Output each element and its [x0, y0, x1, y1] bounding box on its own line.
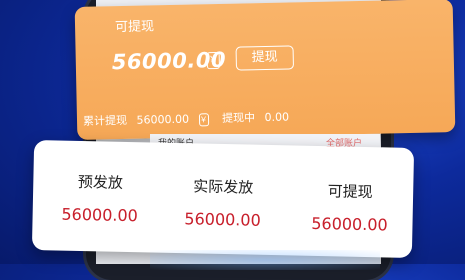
yuan-icon: ￥ [198, 112, 209, 126]
withdraw-button[interactable]: 提现 [235, 45, 295, 71]
stat-label: 预发放 [77, 172, 124, 192]
stats-card: 预发放 56000.00 实际发放 56000.00 可提现 56000.00 [31, 140, 415, 258]
withdrawable-card: 可提现 56000.00 ￥ 提现 累计提现 56000.00 ￥ 提现中 0.… [74, 0, 456, 140]
withdrawable-title: 可提现 [114, 19, 155, 36]
stat-actual-paid: 实际发放 56000.00 [167, 175, 278, 230]
stat-label: 实际发放 [193, 177, 254, 197]
stat-withdrawable: 可提现 56000.00 [294, 180, 405, 235]
withdrawable-footer: 累计提现 56000.00 ￥ 提现中 0.00 [83, 108, 295, 128]
pending-withdraw-value: 0.00 [264, 110, 290, 125]
stat-prepaid: 预发放 56000.00 [44, 170, 155, 225]
stat-value: 56000.00 [311, 213, 388, 235]
stat-value: 56000.00 [184, 209, 261, 230]
stat-label: 可提现 [327, 182, 373, 202]
stat-value: 56000.00 [61, 204, 139, 226]
cumulative-withdraw-value: 56000.00 [136, 112, 190, 127]
pending-withdraw-label: 提现中 [221, 111, 256, 125]
bottom-glow [150, 250, 380, 270]
yuan-icon: ￥ [206, 51, 220, 70]
cumulative-withdraw-label: 累计提现 [82, 113, 128, 128]
